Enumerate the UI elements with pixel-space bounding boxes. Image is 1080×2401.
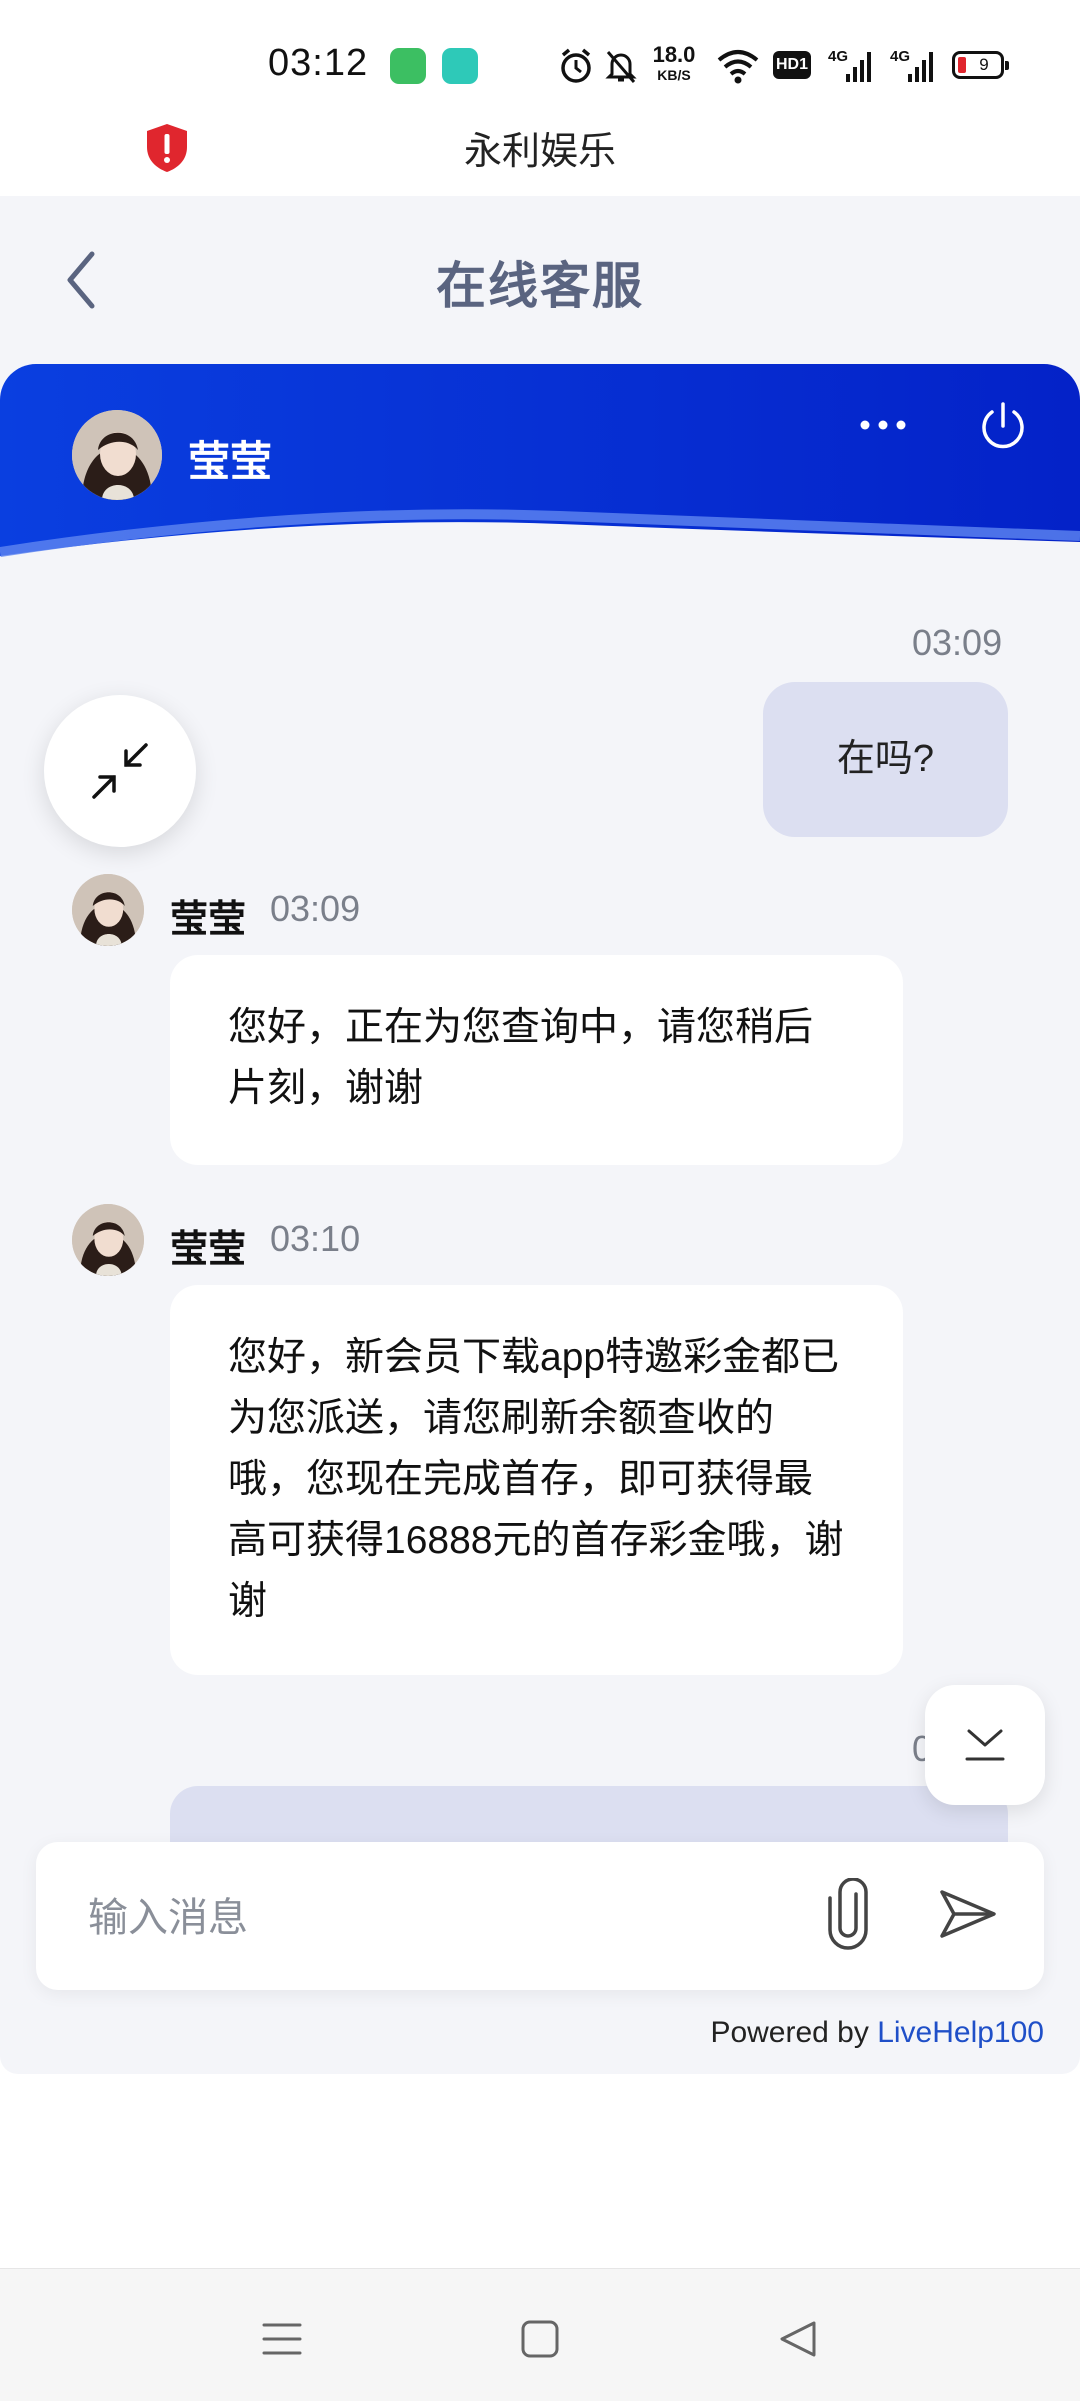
status-bar: 03:12 18.0 KB/S HD1 4G 4G 9 xyxy=(0,0,1080,130)
message-text: 您好，新会员下载app特邀彩金都已为您派送，请您刷新余额查收的哦，您现在完成首存… xyxy=(228,1336,844,1623)
message-time: 03:09 xyxy=(270,888,361,929)
menu-icon[interactable] xyxy=(262,2319,302,2359)
mute-bell-icon xyxy=(605,51,637,83)
system-nav-bar xyxy=(0,2268,1080,2401)
network-type-2: 4G xyxy=(890,48,911,65)
alarm-icon xyxy=(561,48,591,83)
agent-message-name: 莹莹 xyxy=(170,1229,247,1271)
send-icon[interactable] xyxy=(936,1882,1000,1946)
agent-message-name: 莹莹 xyxy=(170,899,247,941)
wifi-icon xyxy=(717,50,759,84)
message-text: 您好，正在为您查询中，请您稍后片刻，谢谢 xyxy=(228,1006,814,1110)
signal-icon xyxy=(846,52,871,82)
status-time: 03:12 xyxy=(268,42,369,84)
back-triangle-icon[interactable] xyxy=(778,2319,818,2359)
agent-avatar xyxy=(72,410,162,500)
agent-name: 莹莹 xyxy=(188,438,273,485)
user-message-bubble: 在吗? xyxy=(763,682,1008,837)
paperclip-icon[interactable] xyxy=(826,1878,870,1950)
net-speed: 18.0 KB/S xyxy=(652,42,696,83)
message-input[interactable] xyxy=(86,1882,790,1954)
signal-icon xyxy=(908,52,933,82)
scroll-to-bottom-button[interactable] xyxy=(925,1685,1045,1805)
power-icon[interactable] xyxy=(975,398,1031,454)
message-input-bar xyxy=(36,1842,1044,1990)
agent-header xyxy=(0,364,1080,574)
agent-message-bubble: 您好，新会员下载app特邀彩金都已为您派送，请您刷新余额查收的哦，您现在完成首存… xyxy=(170,1285,903,1675)
powered-by: Powered by LiveHelp100 xyxy=(710,2016,1044,2049)
battery-icon: 9 xyxy=(952,51,1009,79)
network-type-1: 4G xyxy=(828,48,849,65)
agent-message-bubble: 您好，正在为您查询中，请您稍后片刻，谢谢 xyxy=(170,955,903,1165)
home-icon[interactable] xyxy=(520,2319,560,2359)
user-message-bubble xyxy=(170,1786,1008,1846)
agent-avatar-small xyxy=(72,1204,144,1276)
agent-avatar-small xyxy=(72,874,144,946)
message-time: 03:09 xyxy=(912,622,1003,663)
minimize-chat-button[interactable] xyxy=(44,695,196,847)
scroll-down-icon xyxy=(965,1729,1005,1761)
site-title: 永利娱乐 xyxy=(463,131,616,173)
hd-icon: HD1 xyxy=(773,51,811,79)
message-app-icon xyxy=(442,48,478,84)
message-time: 03:10 xyxy=(270,1218,361,1259)
more-options-icon[interactable] xyxy=(858,418,908,432)
chat-app-icon xyxy=(390,48,426,84)
page-title: 在线客服 xyxy=(436,258,644,314)
minimize-arrows-icon xyxy=(92,743,148,799)
powered-by-link[interactable]: LiveHelp100 xyxy=(877,2016,1044,2049)
message-text: 在吗? xyxy=(836,738,935,780)
